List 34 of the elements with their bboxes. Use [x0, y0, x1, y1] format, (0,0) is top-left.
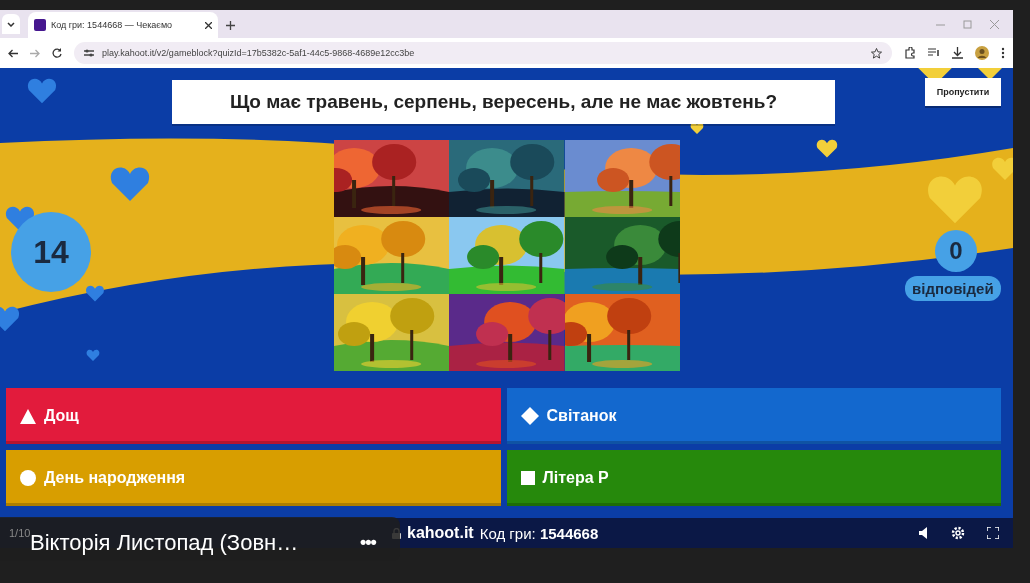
speaker-icon[interactable]	[919, 527, 929, 539]
address-bar[interactable]: play.kahoot.it/v2/gameblock?quizId=17b5382c-5af1-44c5-9868-4689e12cc3be	[74, 42, 892, 64]
back-icon[interactable]	[8, 48, 18, 58]
browser-tab[interactable]: Код гри: 1544668 — Чекаємо	[28, 12, 218, 38]
media-control-icon[interactable]	[928, 48, 940, 58]
avatar-icon[interactable]	[975, 46, 989, 60]
reload-icon[interactable]	[52, 48, 62, 58]
site-name: kahoot.it	[407, 524, 474, 542]
participant-name: Вікторія Листопад (Зовн…	[30, 530, 299, 556]
star-icon[interactable]	[871, 47, 882, 59]
site-settings-icon[interactable]	[84, 49, 94, 57]
skip-button[interactable]: Пропустити	[925, 78, 1001, 106]
kahoot-favicon-icon	[34, 19, 46, 31]
more-options-button[interactable]: •••	[360, 532, 376, 553]
new-tab-icon[interactable]	[226, 21, 235, 30]
answer-button[interactable]: Дощ	[6, 388, 501, 444]
game-code-text: Код гри: 1544668	[479, 524, 599, 542]
circle-icon	[20, 470, 36, 486]
square-icon	[520, 471, 535, 485]
answer-count-badge: 0	[935, 230, 977, 272]
question-text: Що має травень, серпень, вересень, але не має жовтень?	[172, 80, 835, 124]
question-counter: 1/10	[9, 527, 31, 539]
puzzle-icon[interactable]	[904, 47, 916, 59]
fullscreen-icon[interactable]	[987, 527, 999, 539]
chevron-down-icon[interactable]	[7, 21, 15, 27]
menu-icon[interactable]	[1001, 47, 1005, 59]
answer-button[interactable]: Літера Р	[506, 450, 1001, 506]
close-icon[interactable]	[205, 21, 212, 29]
triangle-icon	[20, 408, 36, 424]
download-icon[interactable]	[952, 47, 963, 59]
diamond-icon	[520, 407, 539, 425]
answer-button[interactable]: Світанок	[506, 388, 1001, 444]
settings-icon[interactable]	[951, 526, 965, 540]
answer-count-label: відповідей	[905, 276, 1001, 301]
